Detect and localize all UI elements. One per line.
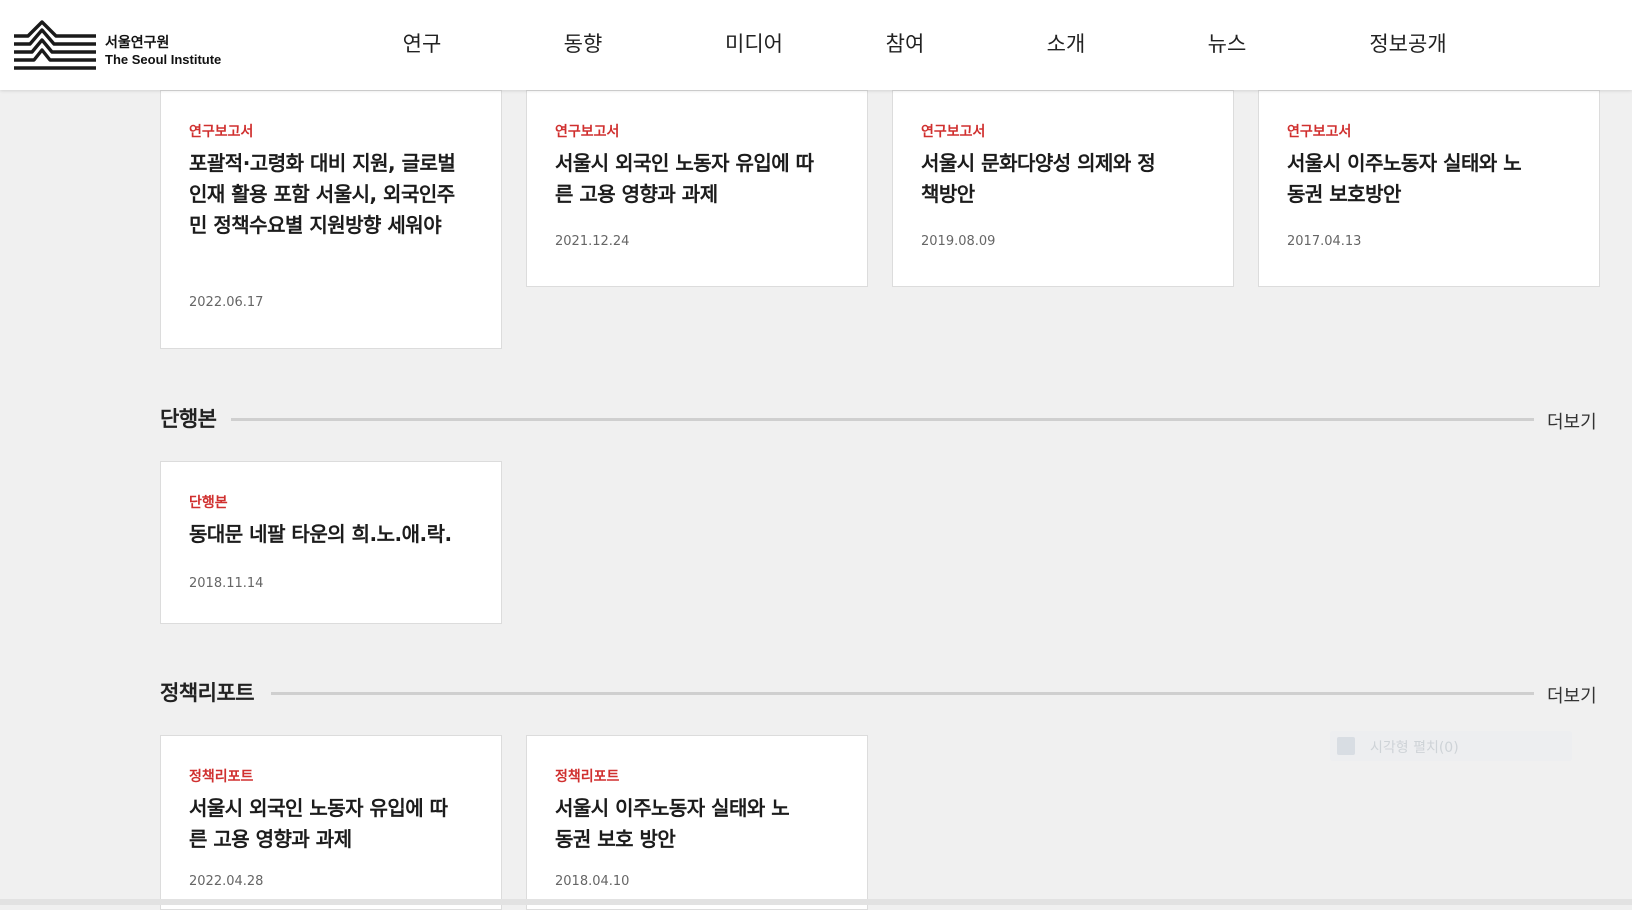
section-divider bbox=[271, 692, 1534, 695]
card-date: 2022.04.28 bbox=[189, 874, 264, 889]
section-divider bbox=[231, 418, 1534, 421]
card-category: 정책리포트 bbox=[555, 769, 620, 785]
report-card[interactable]: 연구보고서 서울시 외국인 노동자 유입에 따른 고용 영향과 과제 2021.… bbox=[526, 90, 868, 287]
site-logo[interactable]: 서울연구원 The Seoul Institute bbox=[12, 18, 242, 72]
card-date: 2022.06.17 bbox=[189, 295, 264, 310]
card-category: 연구보고서 bbox=[1287, 124, 1352, 140]
card-title: 서울시 이주노동자 실태와 노동권 보호방안 bbox=[1287, 151, 1522, 206]
widget-icon bbox=[1337, 737, 1355, 755]
card-title: 서울시 외국인 노동자 유입에 따른 고용 영향과 과제 bbox=[555, 151, 814, 206]
card-category: 연구보고서 bbox=[189, 124, 254, 140]
card-category: 단행본 bbox=[189, 495, 228, 511]
more-link-books[interactable]: 더보기 bbox=[1547, 408, 1597, 434]
card-title: 서울시 외국인 노동자 유입에 따른 고용 영향과 과제 bbox=[189, 796, 448, 851]
card-category: 연구보고서 bbox=[921, 124, 986, 140]
nav-item-research[interactable]: 연구 bbox=[403, 28, 442, 58]
seoul-institute-logo-icon bbox=[14, 20, 96, 70]
nav-item-about[interactable]: 소개 bbox=[1047, 28, 1086, 58]
report-card[interactable]: 연구보고서 서울시 이주노동자 실태와 노동권 보호방안 2017.04.13 bbox=[1258, 90, 1600, 287]
nav-item-participation[interactable]: 참여 bbox=[886, 28, 925, 58]
policy-report-card[interactable]: 정책리포트 서울시 이주노동자 실태와 노동권 보호 방안 2018.04.10 bbox=[526, 735, 868, 910]
logo-text-korean: 서울연구원 bbox=[105, 35, 170, 51]
nav-item-news[interactable]: 뉴스 bbox=[1208, 28, 1247, 58]
nav-item-disclosure[interactable]: 정보공개 bbox=[1369, 28, 1446, 58]
report-card[interactable]: 연구보고서 포괄적·고령화 대비 지원, 글로벌 인재 활용 포함 서울시, 외… bbox=[160, 90, 502, 349]
card-date: 2017.04.13 bbox=[1287, 234, 1362, 249]
floating-widget[interactable]: 시각형 펼치(0) bbox=[1330, 731, 1572, 761]
policy-report-card[interactable]: 정책리포트 서울시 외국인 노동자 유입에 따른 고용 영향과 과제 2022.… bbox=[160, 735, 502, 910]
section-title-policy-report: 정책리포트 bbox=[160, 681, 255, 705]
card-title: 동대문 네팔 타운의 희.노.애.락. bbox=[189, 522, 452, 546]
card-title: 서울시 문화다양성 의제와 정책방안 bbox=[921, 151, 1156, 206]
card-title: 포괄적·고령화 대비 지원, 글로벌 인재 활용 포함 서울시, 외국인주민 정… bbox=[189, 151, 456, 237]
card-category: 정책리포트 bbox=[189, 769, 254, 785]
card-category: 연구보고서 bbox=[555, 124, 620, 140]
section-title-books: 단행본 bbox=[160, 407, 217, 431]
card-date: 2018.04.10 bbox=[555, 874, 630, 889]
book-card[interactable]: 단행본 동대문 네팔 타운의 희.노.애.락. 2018.11.14 bbox=[160, 461, 502, 624]
logo-text-english: The Seoul Institute bbox=[105, 52, 222, 67]
card-date: 2018.11.14 bbox=[189, 576, 264, 591]
card-date: 2019.08.09 bbox=[921, 234, 996, 249]
card-title: 서울시 이주노동자 실태와 노동권 보호 방안 bbox=[555, 796, 790, 851]
card-date: 2021.12.24 bbox=[555, 234, 630, 249]
report-card[interactable]: 연구보고서 서울시 문화다양성 의제와 정책방안 2019.08.09 bbox=[892, 90, 1234, 287]
floating-widget-label: 시각형 펼치(0) bbox=[1370, 740, 1459, 756]
more-link-policy-report[interactable]: 더보기 bbox=[1547, 682, 1597, 708]
page-bottom-edge bbox=[0, 899, 1632, 905]
nav-item-media[interactable]: 미디어 bbox=[725, 28, 783, 58]
nav-item-trends[interactable]: 동향 bbox=[564, 28, 603, 58]
site-header: 서울연구원 The Seoul Institute 연구 동향 미디어 참여 소… bbox=[0, 0, 1632, 90]
